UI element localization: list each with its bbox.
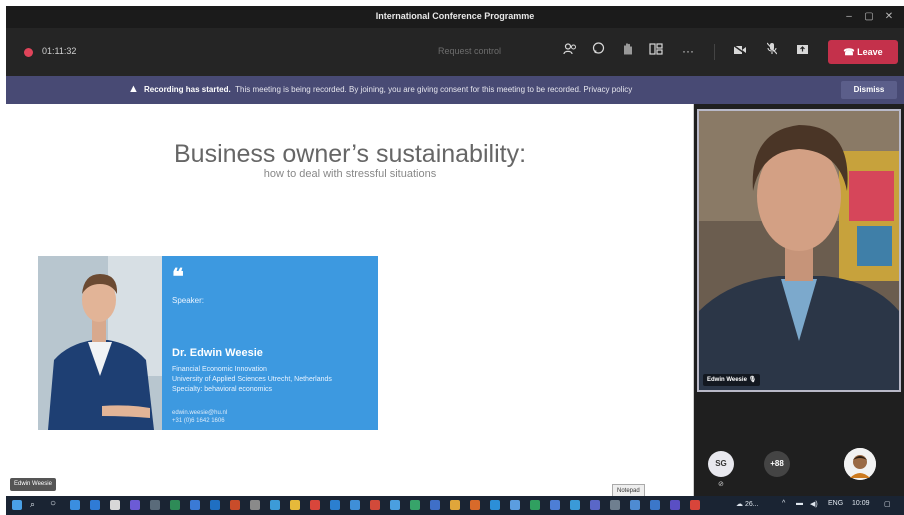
teams-window: International Conference Programme – ▢ ✕… (6, 6, 904, 515)
app-icon-calculator[interactable] (150, 500, 160, 510)
app-icon-terminal[interactable] (610, 500, 620, 510)
leave-label: Leave (857, 47, 883, 57)
app-icon-snip[interactable] (570, 500, 580, 510)
task-view-icon[interactable]: ○ (50, 498, 56, 509)
app-icon-photos[interactable] (270, 500, 280, 510)
clock[interactable]: 10:09 (852, 500, 870, 507)
app-icon-chrome[interactable] (370, 500, 380, 510)
notification-icon[interactable]: ▢ (884, 500, 891, 508)
warning-icon: ▲ (128, 83, 139, 95)
recording-message: Recording has started. This meeting is b… (144, 85, 632, 94)
recording-banner: ▲ Recording has started. This meeting is… (6, 76, 904, 104)
language-indicator[interactable]: ENG (828, 500, 843, 507)
app-icon-office[interactable] (690, 500, 700, 510)
shared-screen: Business owner’s sustainability: how to … (6, 104, 694, 496)
speaker-affiliation: University of Applied Sciences Utrecht, … (172, 376, 332, 383)
app-icon-store[interactable] (110, 500, 120, 510)
start-icon[interactable] (12, 500, 22, 510)
app-icon-spotify[interactable] (410, 500, 420, 510)
cloud-icon: ☁ (736, 501, 745, 508)
phone-hangup-icon: ☎ (843, 47, 858, 57)
app-icon-teams[interactable] (130, 500, 140, 510)
microphone-icon[interactable] (762, 41, 782, 61)
recording-message-bold: Recording has started. (144, 85, 231, 94)
windows-taskbar: ⌕ ○ ☁ 26... ^ ▬ ◀) ENG 10:09 ▢ (6, 496, 904, 515)
app-icon-word[interactable] (190, 500, 200, 510)
more-options-icon[interactable]: ··· (678, 41, 698, 61)
camera-icon[interactable] (730, 41, 750, 61)
app-icon-onedrive[interactable] (350, 500, 360, 510)
app-icon-edge[interactable] (70, 500, 80, 510)
tray-chevron-icon[interactable]: ^ (782, 500, 785, 507)
app-icon-acrobat[interactable] (310, 500, 320, 510)
app-icon-explorer[interactable] (290, 500, 300, 510)
app-icon-whatsapp[interactable] (530, 500, 540, 510)
app-icon-onenote[interactable] (330, 500, 340, 510)
presenter-name-tag: Edwin Weesie (10, 478, 56, 491)
mic-muted-icon: 🎙 (748, 377, 757, 383)
mic-off-small-icon: ⊘ (718, 481, 724, 488)
window-title: International Conference Programme (375, 11, 535, 21)
speaker-photo (38, 256, 162, 430)
close-button[interactable]: ✕ (882, 10, 896, 24)
leave-button[interactable]: ☎ Leave (828, 40, 898, 64)
app-icon-notes[interactable] (590, 500, 600, 510)
weather-widget[interactable]: ☁ 26... (736, 500, 759, 508)
slide-subtitle: how to deal with stressful situations (263, 168, 437, 180)
app-icon-sticky[interactable] (450, 500, 460, 510)
title-bar: International Conference Programme – ▢ ✕ (6, 6, 904, 28)
app-icon-settings[interactable] (250, 500, 260, 510)
app-icon-zoom[interactable] (490, 500, 500, 510)
app-icon-skype[interactable] (390, 500, 400, 510)
speaker-name: Dr. Edwin Weesie (172, 347, 263, 359)
maximize-button[interactable]: ▢ (862, 10, 876, 24)
app-icon-mail[interactable] (90, 500, 100, 510)
minimize-button[interactable]: – (842, 10, 856, 24)
speaker-phone: +31 (0)6 1642 1606 (172, 418, 225, 424)
chat-icon[interactable] (588, 41, 608, 61)
participant-avatar-sg[interactable]: SG (708, 451, 734, 477)
recording-message-text: This meeting is being recorded. By joini… (235, 85, 633, 94)
app-icon-todo[interactable] (430, 500, 440, 510)
volume-icon[interactable]: ◀) (810, 500, 818, 508)
participant-avatar-photo[interactable] (844, 448, 876, 480)
speaker-card: ❝ Speaker: Dr. Edwin Weesie Financial Ec… (162, 256, 378, 430)
app-icon-paint[interactable] (630, 500, 640, 510)
toolbar-divider (714, 44, 715, 60)
app-icon-vscode[interactable] (550, 500, 560, 510)
speaker-email: edwin.weesie@hu.nl (172, 410, 228, 416)
app-icon-powerpoint[interactable] (230, 500, 240, 510)
rooms-icon[interactable] (646, 41, 666, 61)
share-screen-icon[interactable] (792, 41, 812, 61)
search-icon[interactable]: ⌕ (30, 499, 35, 510)
recording-indicator-icon (24, 48, 33, 57)
raise-hand-icon[interactable] (618, 41, 638, 61)
participants-icon[interactable] (560, 41, 580, 61)
request-control-button[interactable]: Request control (438, 46, 501, 56)
app-icon-teams-active[interactable] (670, 500, 680, 510)
speaker-specialty: Specialty: behavioral economics (172, 386, 272, 393)
speaker-role: Financial Economic Innovation (172, 366, 267, 373)
app-icon-maps[interactable] (510, 500, 520, 510)
participant-video[interactable]: Edwin Weesie 🎙 (697, 109, 901, 392)
app-icon-excel[interactable] (170, 500, 180, 510)
quote-icon: ❝ (172, 264, 184, 290)
app-icon-firefox[interactable] (470, 500, 480, 510)
participant-name: Edwin Weesie (707, 377, 747, 383)
participant-name-tag: Edwin Weesie 🎙 (703, 374, 761, 386)
speaker-label: Speaker: (172, 296, 205, 305)
app-icon-notepad[interactable] (650, 500, 660, 510)
slide-title: Business owner’s sustainability: (173, 140, 527, 168)
meeting-timer: 01:11:32 (42, 46, 77, 56)
network-icon[interactable]: ▬ (796, 500, 803, 507)
app-icon-outlook[interactable] (210, 500, 220, 510)
dismiss-button[interactable]: Dismiss (841, 81, 897, 99)
weather-text: 26... (744, 501, 759, 508)
more-participants-button[interactable]: +88 (764, 451, 790, 477)
meeting-toolbar: 01:11:32 Request control ··· ☎ Leave (6, 28, 904, 76)
